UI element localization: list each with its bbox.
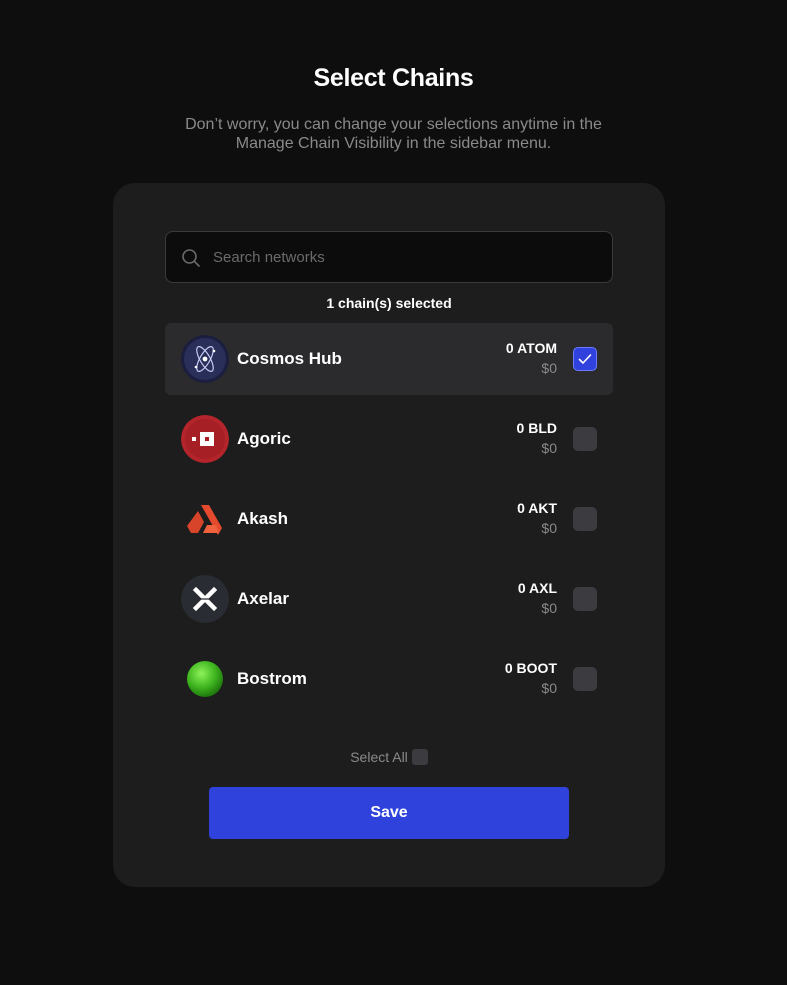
chain-row-cosmos-hub[interactable]: Cosmos Hub 0 ATOM $0 <box>165 323 613 395</box>
chain-checkbox-agoric[interactable] <box>573 427 597 451</box>
chain-usd-value: $0 <box>541 360 557 376</box>
agoric-logo-icon <box>181 415 229 463</box>
chain-usd-value: $0 <box>541 440 557 456</box>
chain-usd-value: $0 <box>541 520 557 536</box>
chain-row-agoric[interactable]: Agoric 0 BLD $0 <box>165 403 613 475</box>
selected-count: 1 chain(s) selected <box>326 295 452 311</box>
chain-name: Agoric <box>237 429 291 448</box>
select-all-control[interactable]: Select All <box>113 749 665 765</box>
chain-checkbox-cosmos-hub[interactable] <box>573 347 597 371</box>
chain-selection-card: 1 chain(s) selected Cosmos Hub 0 <box>113 183 665 887</box>
chain-checkbox-akash[interactable] <box>573 507 597 531</box>
bostrom-logo-icon <box>181 655 229 703</box>
select-all-wrapper[interactable]: Select All <box>350 749 428 765</box>
chain-list: Cosmos Hub 0 ATOM $0 Agoric 0 BLD $0 Aka… <box>165 323 613 723</box>
chain-usd-value: $0 <box>541 680 557 696</box>
check-icon <box>578 354 592 364</box>
subtitle-line-2: Manage Chain Visibility in the sidebar m… <box>235 135 552 152</box>
chain-row-axelar[interactable]: Axelar 0 AXL $0 <box>165 563 613 635</box>
save-button[interactable]: Save <box>209 787 569 839</box>
search-box[interactable] <box>165 231 613 283</box>
chain-amount: 0 BOOT <box>504 660 557 676</box>
cosmos-hub-logo-icon <box>181 335 229 383</box>
akash-logo-icon <box>181 495 229 543</box>
chain-checkbox-bostrom[interactable] <box>573 667 597 691</box>
chain-amount: 0 ATOM <box>505 340 557 356</box>
subtitle-line-1: Don’t worry, you can change your selecti… <box>185 116 602 133</box>
chain-name: Akash <box>237 509 289 528</box>
chain-name: Cosmos Hub <box>237 349 342 368</box>
search-icon <box>182 249 200 267</box>
chain-row-akash[interactable]: Akash 0 AKT $0 <box>165 483 613 555</box>
chain-amount: 0 AKT <box>517 500 557 516</box>
page-subtitle: Don’t worry, you can change your selecti… <box>0 115 787 153</box>
chain-name: Bostrom <box>237 669 307 688</box>
chain-amount: 0 AXL <box>517 580 557 596</box>
chain-amount: 0 BLD <box>516 420 557 436</box>
chain-row-bostrom[interactable]: Bostrom 0 BOOT $0 <box>165 643 613 715</box>
chain-name: Axelar <box>237 589 289 608</box>
axelar-logo-icon <box>181 575 229 623</box>
select-all-checkbox[interactable] <box>411 749 428 765</box>
select-all-label: Select All <box>350 749 408 765</box>
search-input[interactable] <box>213 232 603 282</box>
chain-usd-value: $0 <box>541 600 557 616</box>
page-title: Select Chains <box>313 64 474 92</box>
select-chains-page: Select Chains Don’t worry, you can chang… <box>0 0 787 985</box>
chain-checkbox-axelar[interactable] <box>573 587 597 611</box>
